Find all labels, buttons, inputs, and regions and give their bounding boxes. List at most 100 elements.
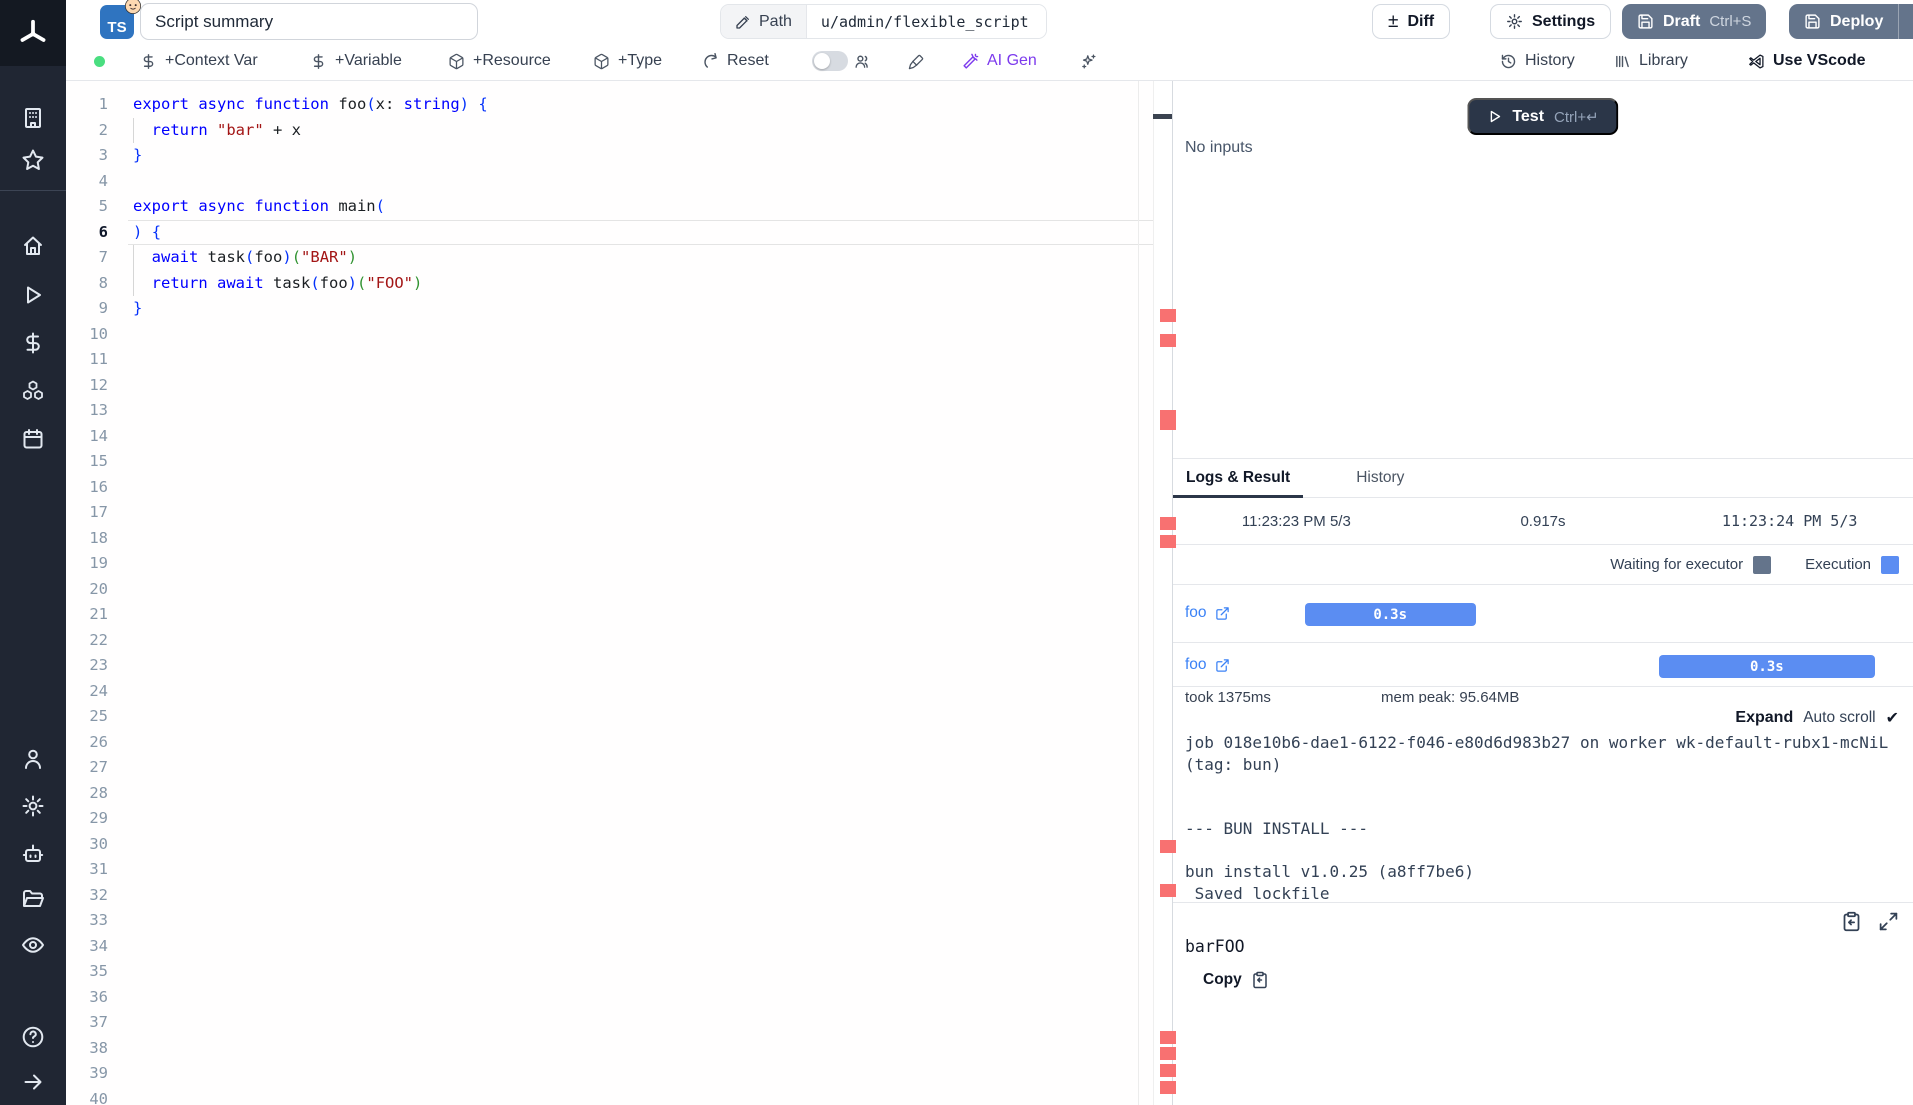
add-resource-button[interactable]: +Resource bbox=[448, 42, 551, 80]
copy-json-clipboard-icon[interactable] bbox=[1841, 911, 1862, 932]
autoscroll-checkbox-checked[interactable]: ✔ bbox=[1886, 708, 1899, 728]
log-line bbox=[1185, 797, 1911, 819]
tab-history[interactable]: History bbox=[1343, 459, 1417, 497]
log-viewer[interactable]: took 1375ms mem peak: 95.64MB Expand Aut… bbox=[1173, 687, 1913, 902]
workspace-building-icon[interactable] bbox=[20, 105, 46, 131]
error-marker bbox=[1160, 535, 1176, 548]
code-line[interactable]: } bbox=[133, 296, 1154, 322]
tab-logs-result[interactable]: Logs & Result bbox=[1173, 459, 1303, 497]
editor-code[interactable]: export async function foo(x: string) { r… bbox=[133, 92, 1154, 322]
log-line: job 018e10b6-dae1-6122-f046-e80d6d983b27… bbox=[1185, 732, 1911, 775]
library-button[interactable]: Library bbox=[1614, 42, 1688, 80]
schedules-calendar-icon[interactable] bbox=[20, 426, 46, 452]
ai-sparkles-icon[interactable] bbox=[1080, 42, 1097, 80]
draft-button[interactable]: Draft Ctrl+S bbox=[1622, 4, 1766, 39]
maximize-icon[interactable] bbox=[1878, 911, 1899, 932]
windmill-script-editor: TS Path u/admin/flexible_script ± Diff S… bbox=[0, 0, 1913, 1105]
code-line[interactable]: } bbox=[133, 143, 1154, 169]
code-line[interactable]: return await task(foo)("FOO") bbox=[133, 271, 1154, 297]
history-button[interactable]: History bbox=[1500, 42, 1575, 80]
multiplayer-users-icon[interactable] bbox=[854, 42, 871, 80]
external-link-icon bbox=[1215, 658, 1230, 673]
code-line[interactable]: ) { bbox=[133, 220, 1154, 246]
favorites-star-icon[interactable] bbox=[20, 147, 46, 173]
use-vscode-button[interactable]: Use VScode bbox=[1748, 42, 1865, 80]
code-line[interactable]: await task(foo)("BAR") bbox=[133, 245, 1154, 271]
run-start-time: 11:23:23 PM 5/3 bbox=[1173, 513, 1420, 530]
log-controls: Expand Auto scroll ✔ bbox=[1173, 703, 1913, 732]
resources-boxes-icon[interactable] bbox=[20, 378, 46, 404]
line-number: 5 bbox=[66, 194, 108, 220]
add-variable-button[interactable]: +Variable bbox=[310, 42, 402, 80]
line-number: 32 bbox=[66, 883, 108, 909]
line-number: 16 bbox=[66, 475, 108, 501]
execution-bar[interactable]: 0.3s bbox=[1659, 655, 1874, 678]
help-icon[interactable] bbox=[20, 1024, 46, 1050]
line-number: 6 bbox=[66, 220, 108, 246]
ai-gen-label: AI Gen bbox=[987, 52, 1037, 70]
toggle-off[interactable] bbox=[812, 51, 848, 71]
line-number: 29 bbox=[66, 806, 108, 832]
audit-eye-icon[interactable] bbox=[20, 932, 46, 958]
line-number: 21 bbox=[66, 602, 108, 628]
copy-result-button[interactable]: Copy bbox=[1203, 971, 1269, 989]
folders-folder-open-icon[interactable] bbox=[20, 886, 46, 912]
diff-button[interactable]: ± Diff bbox=[1372, 4, 1450, 39]
play-icon bbox=[1487, 109, 1502, 124]
error-marker bbox=[1160, 1031, 1176, 1044]
windmill-logo[interactable] bbox=[0, 0, 66, 66]
line-number: 14 bbox=[66, 424, 108, 450]
line-number: 18 bbox=[66, 526, 108, 552]
path-field[interactable]: Path u/admin/flexible_script bbox=[720, 4, 1047, 39]
users-user-icon[interactable] bbox=[20, 746, 46, 772]
test-label: Test bbox=[1512, 108, 1544, 126]
test-button[interactable]: Test Ctrl+↵ bbox=[1467, 98, 1618, 135]
format-brush-icon[interactable] bbox=[908, 42, 925, 80]
add-context-var-button[interactable]: +Context Var bbox=[140, 42, 258, 80]
line-number: 22 bbox=[66, 628, 108, 654]
refresh-icon bbox=[702, 53, 719, 70]
code-editor[interactable]: 1234567891011121314151617181920212223242… bbox=[66, 81, 1154, 1105]
library-icon bbox=[1614, 53, 1631, 70]
legend-execution-swatch bbox=[1881, 556, 1899, 574]
job-link-foo[interactable]: foo bbox=[1185, 656, 1230, 674]
gear-icon bbox=[1506, 13, 1523, 30]
deploy-button[interactable]: Deploy bbox=[1789, 4, 1913, 39]
script-summary-input[interactable] bbox=[140, 3, 478, 40]
error-marker bbox=[1160, 1064, 1176, 1077]
draft-shortcut: Ctrl+S bbox=[1709, 13, 1751, 30]
timeline-row-foo-1: foo 0.3s bbox=[1173, 585, 1913, 643]
code-line[interactable]: export async function main( bbox=[133, 194, 1154, 220]
sidebar bbox=[0, 0, 66, 1105]
code-line[interactable] bbox=[133, 169, 1154, 195]
code-line[interactable]: return "bar" + x bbox=[133, 118, 1154, 144]
job-link-foo[interactable]: foo bbox=[1185, 604, 1230, 622]
error-marker bbox=[1160, 884, 1176, 897]
line-number: 9 bbox=[66, 296, 108, 322]
reset-button[interactable]: Reset bbox=[702, 42, 769, 80]
ai-gen-button[interactable]: AI Gen bbox=[962, 42, 1037, 80]
settings-button[interactable]: Settings bbox=[1490, 4, 1611, 39]
settings-gear-icon[interactable] bbox=[20, 793, 46, 819]
line-number: 13 bbox=[66, 398, 108, 424]
overview-ruler[interactable] bbox=[1153, 81, 1172, 1105]
error-marker bbox=[1160, 1081, 1176, 1094]
log-line: --- BUN INSTALL --- bbox=[1185, 818, 1911, 840]
execution-bar[interactable]: 0.3s bbox=[1305, 603, 1476, 626]
expand-logs-button[interactable]: Expand bbox=[1735, 709, 1793, 727]
overview-ruler-cursor-mark bbox=[1153, 114, 1172, 119]
home-icon[interactable] bbox=[20, 233, 46, 259]
variables-dollar-icon[interactable] bbox=[20, 330, 46, 356]
diff-mode-toggle[interactable] bbox=[812, 42, 848, 80]
collapse-arrow-right-icon[interactable] bbox=[20, 1069, 46, 1095]
runs-play-icon[interactable] bbox=[20, 282, 46, 308]
add-type-button[interactable]: +Type bbox=[593, 42, 662, 80]
topbar: TS Path u/admin/flexible_script ± Diff S… bbox=[66, 0, 1913, 42]
path-value[interactable]: u/admin/flexible_script bbox=[806, 5, 1046, 38]
no-inputs-text: No inputs bbox=[1185, 139, 1253, 157]
code-line[interactable]: export async function foo(x: string) { bbox=[133, 92, 1154, 118]
run-end-time: 11:23:24 PM 5/3 bbox=[1666, 512, 1913, 530]
dollar-icon bbox=[140, 53, 157, 70]
history-clock-icon bbox=[1500, 53, 1517, 70]
workers-robot-icon[interactable] bbox=[20, 840, 46, 866]
